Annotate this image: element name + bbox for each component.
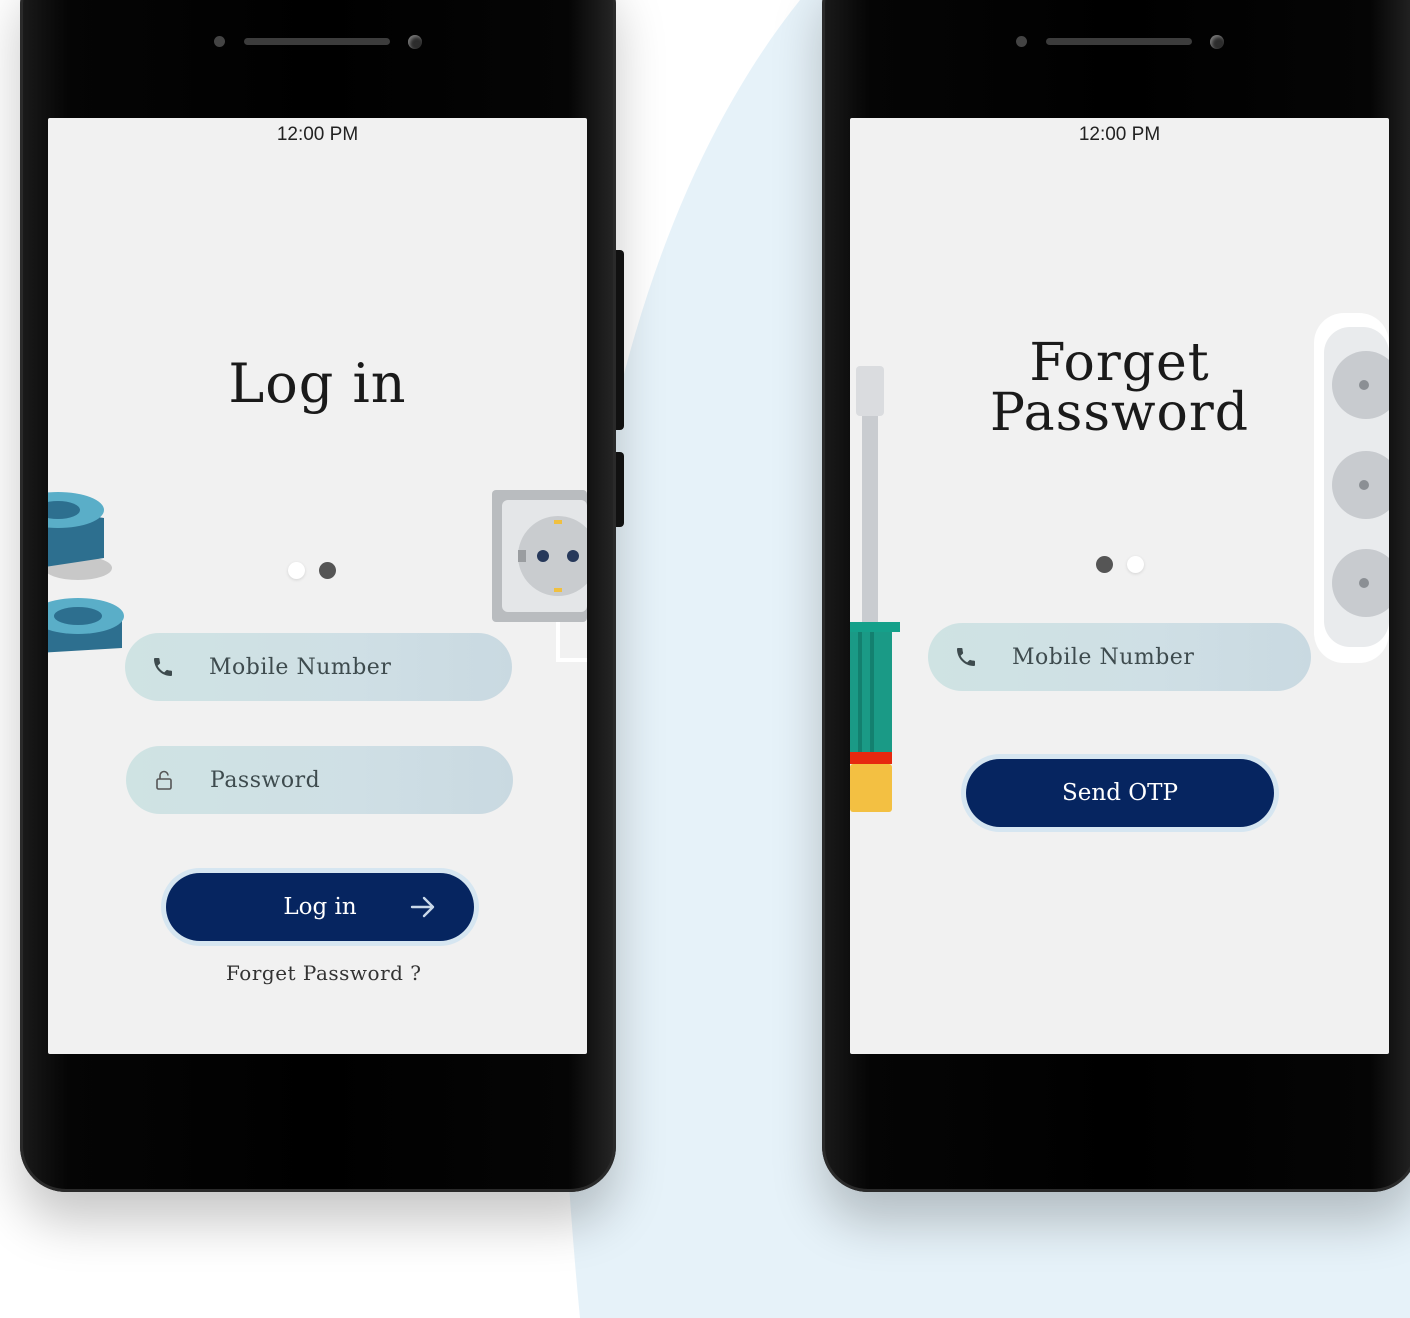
page-title-line-1: Forget	[1029, 333, 1210, 393]
mobile-number-placeholder: Mobile Number	[209, 654, 392, 680]
phone-forgot-password: 12:00 PM Forget Password Mobile Number S…	[822, 0, 1410, 1192]
login-screen: 12:00 PM Log in Mobile Number Password L…	[48, 118, 587, 1054]
mobile-number-field[interactable]: Mobile Number	[928, 623, 1311, 691]
mobile-number-field[interactable]: Mobile Number	[125, 633, 512, 701]
page-indicator	[288, 562, 336, 579]
send-otp-button[interactable]: Send OTP	[966, 759, 1274, 827]
sensor-dot	[214, 36, 225, 47]
phone-icon	[154, 658, 172, 676]
side-button	[616, 452, 624, 527]
page-title: Log in	[228, 352, 407, 415]
sensor-dot	[1016, 36, 1027, 47]
pager-dot-2-active[interactable]	[319, 562, 336, 579]
status-time: 12:00 PM	[276, 124, 359, 145]
forgot-password-link[interactable]: Forget Password ?	[226, 961, 422, 985]
send-otp-button-label: Send OTP	[1062, 780, 1178, 806]
speaker-grille	[1046, 38, 1192, 45]
speaker-grille	[244, 38, 390, 45]
lock-icon	[156, 770, 172, 790]
password-field[interactable]: Password	[126, 746, 513, 814]
status-time: 12:00 PM	[1078, 124, 1161, 145]
login-button-label: Log in	[283, 894, 357, 920]
phone-icon	[957, 648, 975, 666]
phone-login: 12:00 PM Log in Mobile Number Password L…	[20, 0, 624, 1192]
front-camera	[1210, 35, 1224, 49]
pager-dot-2[interactable]	[1127, 556, 1144, 573]
page-title: Forget Password	[850, 333, 1389, 443]
pager-dot-1-active[interactable]	[1096, 556, 1113, 573]
password-placeholder: Password	[210, 767, 321, 793]
mobile-number-placeholder: Mobile Number	[1012, 644, 1195, 670]
side-button	[616, 250, 624, 430]
front-camera	[408, 35, 422, 49]
login-button[interactable]: Log in	[166, 873, 474, 941]
page-indicator	[1096, 556, 1144, 573]
socket-illustration	[492, 490, 587, 662]
page-title-line-2: Password	[990, 383, 1249, 443]
pager-dot-1[interactable]	[288, 562, 305, 579]
screwdriver-illustration	[850, 366, 900, 812]
arrow-right-icon	[410, 896, 435, 918]
power-strip-illustration	[1314, 313, 1389, 663]
forgot-password-screen: 12:00 PM Forget Password Mobile Number S…	[850, 118, 1389, 1054]
